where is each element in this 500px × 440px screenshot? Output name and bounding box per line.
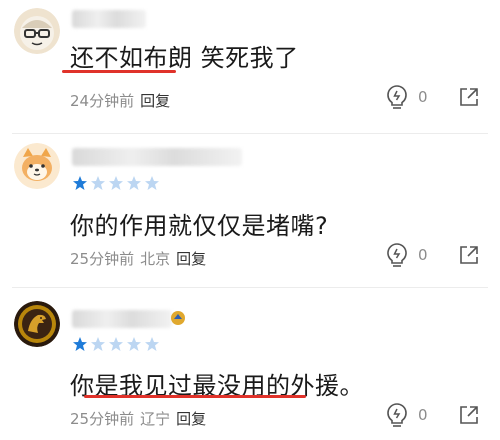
comment-time: 24分钟前 (70, 92, 135, 110)
reply-button[interactable]: 回复 (140, 90, 170, 111)
comment-time: 25分钟前 (70, 250, 135, 268)
star-icon (145, 176, 159, 190)
username-redacted[interactable] (72, 10, 146, 28)
username-redacted[interactable] (72, 310, 172, 328)
lightbulb-like-icon (387, 85, 407, 109)
reply-button[interactable]: 回复 (176, 408, 206, 429)
reply-button[interactable]: 回复 (176, 248, 206, 269)
share-icon[interactable] (458, 244, 480, 266)
divider (12, 133, 488, 134)
star-icon (127, 337, 141, 351)
avatar-glasses-cat-icon (14, 8, 60, 54)
username-redacted[interactable] (72, 148, 242, 166)
comment-text: 还不如布朗 笑死我了 (70, 38, 299, 73)
star-icon (109, 176, 123, 190)
comment-location: 北京 (140, 250, 171, 268)
lightbulb-like-icon (387, 403, 407, 427)
like-button[interactable]: 0 (386, 84, 428, 110)
like-button[interactable]: 0 (386, 402, 428, 428)
divider (12, 287, 488, 288)
rating-stars (72, 336, 160, 352)
star-icon (91, 337, 105, 351)
avatar-jurassic-icon (14, 301, 60, 347)
comment-time: 25分钟前 (70, 410, 135, 428)
comment-text: 你的作用就仅仅是堵嘴? (70, 212, 329, 240)
star-icon (73, 176, 87, 190)
lightbulb-like-icon (387, 243, 407, 267)
avatar[interactable] (14, 301, 60, 347)
like-count: 0 (418, 406, 428, 424)
star-icon (145, 337, 159, 351)
star-icon (127, 176, 141, 190)
like-count: 0 (418, 88, 428, 106)
comment-text-rest: 笑死我了 (192, 44, 299, 72)
star-icon (73, 337, 87, 351)
comment-meta: 24分钟前 回复 (70, 90, 170, 111)
red-underline-mark (62, 70, 176, 73)
red-underline-mark (84, 395, 306, 398)
share-icon[interactable] (458, 404, 480, 426)
like-count: 0 (418, 246, 428, 264)
avatar[interactable] (14, 8, 60, 54)
comment-location: 辽宁 (140, 410, 171, 428)
comment-meta: 25分钟前 北京 回复 (70, 248, 206, 269)
like-button[interactable]: 0 (386, 242, 428, 268)
share-icon[interactable] (458, 86, 480, 108)
star-icon (91, 176, 105, 190)
comment-meta: 25分钟前 辽宁 回复 (70, 408, 206, 429)
star-icon (109, 337, 123, 351)
rating-stars (72, 175, 160, 191)
comment-text-highlighted: 还不如布朗 (70, 44, 193, 72)
avatar-shiba-icon (14, 143, 60, 189)
comment-item: 还不如布朗 笑死我了 24分钟前 回复 0 (0, 0, 500, 133)
avatar[interactable] (14, 143, 60, 189)
badge-icon (171, 311, 185, 325)
